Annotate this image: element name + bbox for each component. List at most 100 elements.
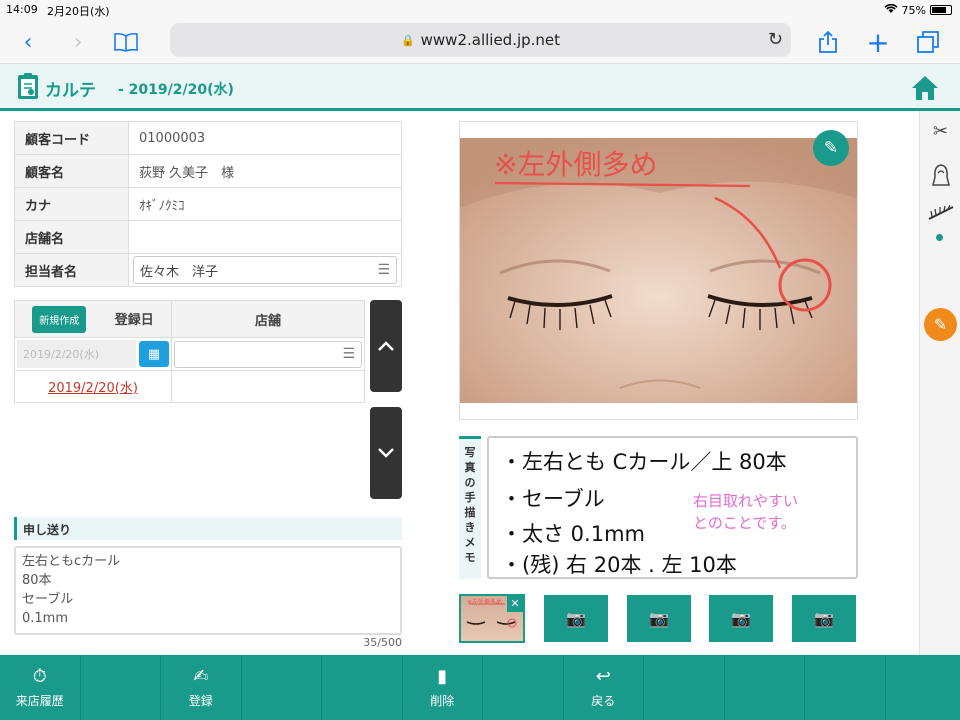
info-row: 店舗名 (14, 220, 402, 254)
info-row: カナ ｵｷﾞﾉｸﾐｺ (14, 187, 402, 221)
visit-date-link[interactable]: 2019/2/20(水) (14, 370, 172, 403)
info-row: 担当者名 佐々木 洋子 ☰ (14, 253, 402, 287)
camera-button[interactable]: 📷 (792, 595, 856, 642)
back-arrow-icon[interactable]: ‹ (12, 26, 44, 58)
new-entry-button[interactable]: 新規作成 (32, 305, 87, 333)
info-key: 担当者名 (14, 253, 129, 287)
customer-photo: ※左外側多め (460, 138, 857, 403)
url-text: www2.allied.jp.net (420, 31, 561, 49)
battery-percent: 75% (901, 3, 926, 17)
new-tab-icon[interactable]: + (862, 26, 894, 59)
pen-icon[interactable]: ✎ (924, 308, 957, 341)
info-value: 01000003 (128, 121, 402, 155)
info-key: 店舗名 (14, 220, 129, 254)
camera-icon: 📷 (814, 609, 834, 628)
trash-icon: ▮ (437, 666, 448, 687)
scissors-icon[interactable]: ✂ (920, 121, 960, 142)
photo-annotation: ※左外側多め (494, 148, 658, 181)
hand-memo-canvas[interactable]: ・左右とも Cカール／上 80本 ・セーブル ・太さ 0.1mm ・(残) 右 … (487, 436, 858, 579)
hand-memo-line: ・太さ 0.1mm (501, 522, 645, 546)
edit-pencil-icon[interactable]: ✎ (813, 130, 849, 166)
visit-date-header: 新規作成 登録日 (14, 300, 172, 338)
info-row: 顧客名 荻野 久美子 様 (14, 154, 402, 188)
hand-memo-tab-char: 真 (464, 461, 476, 474)
toolbar-blank (322, 655, 403, 720)
calendar-icon[interactable]: ▦ (139, 341, 169, 367)
memo-line: セーブル (22, 592, 74, 607)
scroll-up-button[interactable] (370, 300, 402, 392)
url-bar[interactable]: 🔒 www2.allied.jp.net ↻ (170, 23, 791, 57)
scroll-down-button[interactable] (370, 407, 402, 499)
camera-button[interactable]: 📷 (627, 595, 691, 642)
hair-icon[interactable] (920, 163, 960, 192)
info-key: 顧客名 (14, 154, 129, 188)
info-row: 顧客コード 01000003 (14, 121, 402, 155)
active-indicator-dot (936, 234, 943, 241)
memo-line: 80本 (22, 573, 52, 588)
pink-note-line: 右目取れやすい (693, 492, 799, 510)
tabs-icon[interactable] (912, 26, 944, 58)
share-icon[interactable] (812, 26, 844, 58)
history-icon: ⏱ (32, 666, 47, 687)
toolbar-blank (886, 655, 960, 720)
bookmarks-icon[interactable] (110, 26, 142, 58)
status-bar: 14:09 2月20日(水) 75% (0, 0, 960, 20)
date-picker: 2019/2/20(水) ▦ (15, 338, 171, 370)
staff-select[interactable]: 佐々木 洋子 ☰ (133, 256, 397, 284)
toolbar-blank (644, 655, 725, 720)
pink-note-line: とのことです。 (693, 514, 796, 532)
close-icon[interactable]: ✕ (507, 596, 523, 612)
list-icon: ☰ (377, 262, 390, 278)
hand-memo-tab-char: モ (464, 551, 476, 564)
memo-line: 左右ともcカール (22, 554, 121, 569)
camera-button[interactable]: 📷 (709, 595, 773, 642)
register-label: 登録 (188, 694, 213, 708)
hand-memo-line: ・(残) 右 20本 . 左 10本 (501, 553, 737, 577)
visit-header-row: 新規作成 登録日 店舗 (14, 300, 365, 338)
info-value: ｵｷﾞﾉｸﾐｺ (128, 187, 402, 221)
visit-input-row: 2019/2/20(水) ▦ ☰ (14, 337, 365, 371)
page-date: - 2019/2/20(水) (118, 82, 234, 98)
hand-memo-tab-char: 手 (464, 491, 476, 504)
register-button[interactable]: ✍ 登録 (161, 655, 242, 720)
store-column-header: 店舗 (171, 300, 365, 338)
toolbar-blank (805, 655, 886, 720)
info-key: カナ (14, 187, 129, 221)
back-button[interactable]: ↩ 戻る (564, 655, 644, 720)
date-column-header: 登録日 (114, 312, 154, 328)
hand-memo-tab-char: き (464, 521, 476, 534)
hand-memo-line: ・左右とも Cカール／上 80本 (501, 450, 787, 474)
visit-table: 新規作成 登録日 店舗 2019/2/20(水) ▦ ☰ 2019/2/20(水… (14, 300, 365, 403)
lock-icon: 🔒 (400, 33, 415, 47)
hand-memo-line: ・セーブル (501, 487, 605, 511)
delete-label: 削除 (430, 694, 455, 708)
delete-button[interactable]: ▮ 削除 (403, 655, 483, 720)
photo-thumbnail[interactable]: ※左外側多め ✕ (459, 594, 525, 643)
home-icon[interactable] (910, 74, 940, 102)
camera-button[interactable]: 📷 (544, 595, 608, 642)
visit-history-button[interactable]: ⏱ 来店履歴 (0, 655, 81, 720)
pink-note: 右目取れやすい とのことです。 (693, 490, 798, 534)
date-input[interactable]: 2019/2/20(水) (17, 340, 136, 368)
camera-icon: 📷 (731, 609, 751, 628)
toolbar-blank (725, 655, 805, 720)
reload-icon[interactable]: ↻ (768, 29, 783, 50)
eyelash-icon[interactable] (920, 204, 960, 228)
forward-arrow-icon[interactable]: › (62, 26, 94, 58)
back-label: 戻る (591, 694, 616, 708)
page-header: カルテ - 2019/2/20(水) (0, 64, 960, 111)
memo-char-count: 35/500 (363, 636, 402, 649)
list-icon: ☰ (342, 346, 355, 362)
date-input-cell: 2019/2/20(水) ▦ (14, 337, 172, 371)
customer-info-table: 顧客コード 01000003 顧客名 荻野 久美子 様 カナ ｵｷﾞﾉｸﾐｺ 店舗名 … (14, 121, 402, 287)
memo-textarea[interactable]: 左右ともcカール 80本 セーブル 0.1mm (14, 546, 402, 635)
register-icon: ✍ (193, 666, 209, 687)
hand-memo-tab-char: の (464, 476, 476, 489)
clipboard-icon (18, 73, 38, 99)
memo-line: 0.1mm (22, 611, 69, 626)
store-select[interactable]: ☰ (174, 340, 362, 368)
toolbar-blank (81, 655, 161, 720)
status-date: 2月20日(水) (47, 5, 110, 18)
camera-icon: 📷 (649, 609, 669, 628)
hand-memo-tab-char: 描 (464, 506, 476, 519)
